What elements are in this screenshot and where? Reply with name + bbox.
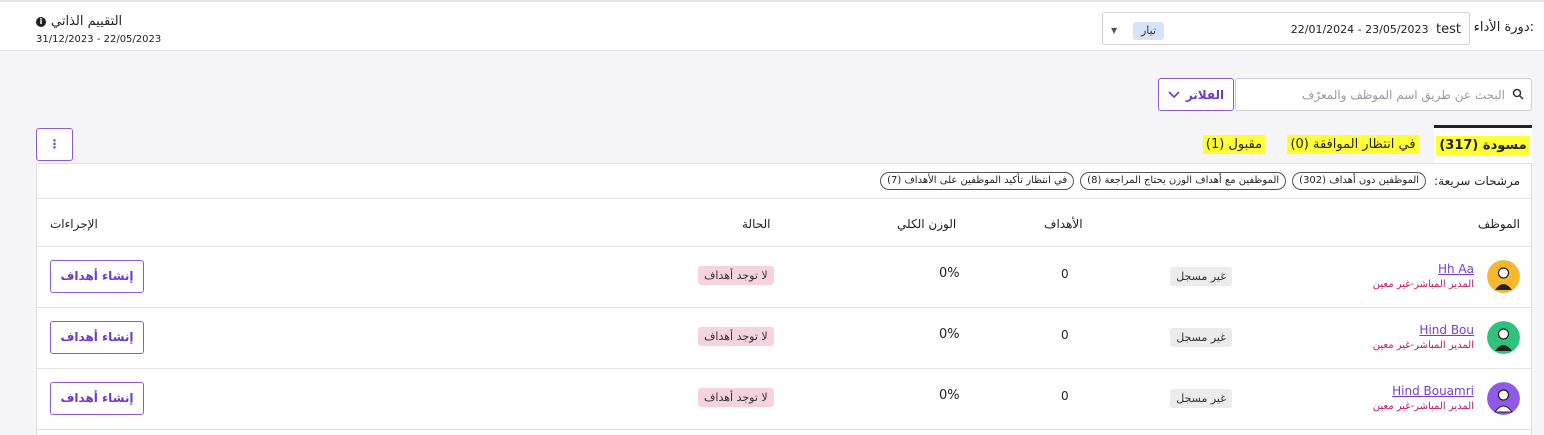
table-row: Hind Bouamri المدير المباشر-غير معين غير… xyxy=(36,368,1532,429)
cycle-value: 22/01/2024 - 23/05/2023 test xyxy=(1291,22,1461,37)
registration-badge: غير مسجل xyxy=(1170,328,1232,347)
filter-chip-no-goals[interactable]: الموظفين دون أهداف (302) xyxy=(1292,172,1427,190)
status-badge: لا توجد أهداف xyxy=(698,388,774,407)
create-goals-button[interactable]: إنشاء أهداف xyxy=(50,382,144,415)
filters-button[interactable]: الفلاتر xyxy=(1158,78,1234,111)
chevron-down-icon xyxy=(1168,90,1180,98)
goals-count: 0 xyxy=(1061,267,1069,281)
search-icon xyxy=(1512,88,1524,100)
table-row: Hind Bou المدير المباشر-غير معين غير مسج… xyxy=(36,307,1532,368)
employee-name-link[interactable]: Hind Bou xyxy=(1419,323,1474,337)
divider xyxy=(36,198,1532,199)
column-header-employee: الموظف xyxy=(1477,217,1520,231)
total-weight: 0% xyxy=(939,327,960,342)
tab-pending-label: في انتظار الموافقة (0) xyxy=(1287,134,1419,154)
status-badge: لا توجد أهداف xyxy=(698,266,774,285)
quick-filters-label: مرشحات سريعة: xyxy=(1434,174,1520,188)
table-row: Hh Aa المدير المباشر-غير معين غير مسجل 0… xyxy=(36,246,1532,307)
goals-count: 0 xyxy=(1061,328,1069,342)
search-placeholder: البحث عن طريق اسم الموظف والمعرّف xyxy=(1301,88,1505,102)
tab-draft-label: مسودة (317) xyxy=(1436,136,1530,155)
self-evaluation-label: التقييم الذاتي xyxy=(51,14,123,29)
create-goals-button[interactable]: إنشاء أهداف xyxy=(50,260,144,293)
employee-name-link[interactable]: Hind Bouamri xyxy=(1392,384,1474,398)
employee-name-link[interactable]: Hh Aa xyxy=(1438,262,1474,276)
cycle-label: دورة الأداء: xyxy=(1473,20,1534,35)
status-badge: لا توجد أهداف xyxy=(698,327,774,346)
more-options-button[interactable]: ⋮ xyxy=(36,128,73,161)
goals-count: 0 xyxy=(1061,389,1069,403)
chevron-down-icon[interactable]: ▼ xyxy=(1111,26,1117,35)
tab-accepted-label: مقبول (1) xyxy=(1202,134,1266,154)
total-weight: 0% xyxy=(939,388,960,403)
tab-draft[interactable]: مسودة (317) xyxy=(1434,125,1532,163)
column-header-status: الحالة xyxy=(742,217,771,231)
registration-badge: غير مسجل xyxy=(1170,267,1232,286)
self-evaluation-title: التقييم الذاتي i xyxy=(36,14,122,29)
create-goals-button[interactable]: إنشاء أهداف xyxy=(50,321,144,354)
tab-accepted[interactable]: مقبول (1) xyxy=(1196,125,1272,163)
user-avatar-icon xyxy=(1487,321,1520,354)
filters-label: الفلاتر xyxy=(1185,87,1225,102)
cycle-name: test xyxy=(1436,22,1461,37)
tab-pending-approval[interactable]: في انتظار الموافقة (0) xyxy=(1277,125,1429,163)
self-evaluation-dates: 31/12/2023 - 22/05/2023 xyxy=(36,34,162,45)
performance-cycle-select[interactable]: 22/01/2024 - 23/05/2023 test تيار ▼ xyxy=(1102,12,1470,45)
user-avatar-icon xyxy=(1487,382,1520,415)
employee-manager: المدير المباشر-غير معين xyxy=(1372,279,1474,290)
employee-manager: المدير المباشر-غير معين xyxy=(1372,401,1474,412)
filter-chip-weight-review[interactable]: الموظفين مع أهداف الوزن يحتاج المراجعة (… xyxy=(1080,172,1287,190)
info-icon[interactable]: i xyxy=(36,16,46,27)
column-header-goals: الأهداف xyxy=(1044,217,1083,231)
cycle-dates: 22/01/2024 - 23/05/2023 xyxy=(1290,23,1429,36)
filter-chip-awaiting-confirmation[interactable]: في انتظار تأكيد الموظفين على الأهداف (7) xyxy=(880,172,1075,190)
avatar[interactable] xyxy=(1487,260,1520,293)
employee-manager: المدير المباشر-غير معين xyxy=(1372,340,1474,351)
avatar[interactable] xyxy=(1487,321,1520,354)
column-header-actions: الإجراءات xyxy=(50,217,98,231)
total-weight: 0% xyxy=(939,266,960,281)
divider xyxy=(36,429,1532,430)
column-header-weight: الوزن الكلي xyxy=(897,217,957,231)
user-avatar-icon xyxy=(1487,260,1520,293)
avatar[interactable] xyxy=(1487,382,1520,415)
registration-badge: غير مسجل xyxy=(1170,389,1232,408)
search-input[interactable]: البحث عن طريق اسم الموظف والمعرّف xyxy=(1235,78,1532,111)
quick-filters: مرشحات سريعة: الموظفين دون أهداف (302) ا… xyxy=(880,172,1520,190)
top-bar: دورة الأداء: 22/01/2024 - 23/05/2023 tes… xyxy=(0,0,1544,51)
cycle-status-badge: تيار xyxy=(1133,22,1165,40)
